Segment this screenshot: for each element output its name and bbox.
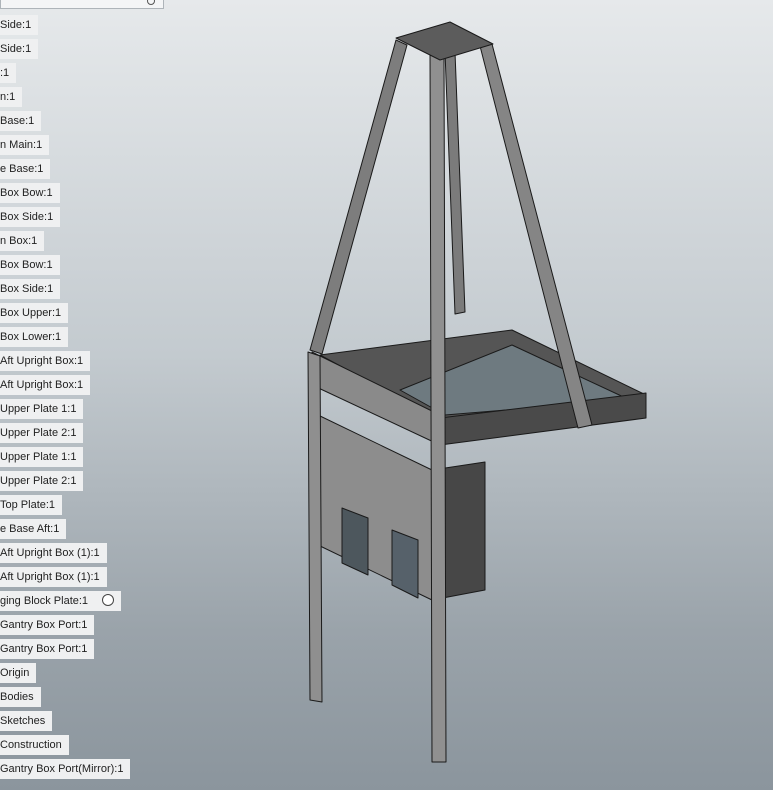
browser-node-label: n Main:1 [0,139,43,151]
browser-node-label: Upper Plate 1:1 [0,451,77,463]
browser-node-label: Box Side:1 [0,211,54,223]
browser-node-label: Side:1 [0,43,32,55]
browser-node-label: Gantry Box Port:1 [0,643,88,655]
browser-node-label: e Base:1 [0,163,44,175]
browser-node-label: n:1 [0,91,16,103]
browser-node-label: Box Upper:1 [0,307,62,319]
browser-node[interactable]: Upper Plate 2:1 [0,471,84,491]
3d-viewport[interactable]: Side:1 Side:1 :1 n:1 Base:1 n Main:1 e Base:1 B… [0,0,773,790]
browser-node[interactable]: e Base Aft:1 [0,519,67,539]
browser-node[interactable]: Box Bow:1 [0,183,60,203]
browser-node-label: Aft Upright Box (1):1 [0,571,100,583]
search-icon[interactable] [147,0,155,5]
browser-node[interactable]: n Box:1 [0,231,45,251]
browser-node[interactable]: Bodies [0,687,41,707]
browser-node[interactable]: Box Upper:1 [0,303,69,323]
browser-node-label: :1 [0,67,10,79]
left-strut [309,39,408,355]
browser-node-label: Top Plate:1 [0,499,56,511]
browser-node-label: Bodies [0,691,34,703]
browser-node-label: Upper Plate 2:1 [0,427,77,439]
browser-node[interactable]: Construction [0,735,69,755]
browser-node[interactable]: Aft Upright Box (1):1 [0,543,107,563]
browser-node-label: Upper Plate 2:1 [0,475,77,487]
browser-node-label: Construction [0,739,62,751]
visibility-radio-icon[interactable] [102,594,115,606]
browser-node-label: Aft Upright Box:1 [0,379,84,391]
browser-node-label: Base:1 [0,115,35,127]
browser-node[interactable]: Sketches [0,711,53,731]
browser-node-label: e Base Aft:1 [0,523,60,535]
browser-node[interactable]: Gantry Box Port:1 [0,615,95,635]
browser-search-strip[interactable] [0,0,164,9]
browser-node[interactable]: Aft Upright Box:1 [0,351,91,371]
browser-node-label: ging Block Plate:1 [0,595,89,607]
browser-node[interactable]: Top Plate:1 [0,495,63,515]
left-leg [307,351,323,703]
browser-node-label: Box Side:1 [0,283,54,295]
browser-node[interactable]: Aft Upright Box (1):1 [0,567,107,587]
back-leg [444,51,466,315]
browser-node-label: Box Lower:1 [0,331,62,343]
browser-node[interactable]: Box Side:1 [0,279,61,299]
browser-node[interactable]: Box Side:1 [0,207,61,227]
browser-node[interactable]: Origin [0,663,37,683]
browser-node-label: Side:1 [0,19,32,31]
browser-panel: Side:1 Side:1 :1 n:1 Base:1 n Main:1 e Base:1 B… [0,0,180,790]
browser-node-label: Gantry Box Port(Mirror):1 [0,763,124,775]
browser-node[interactable]: Upper Plate 1:1 [0,447,84,467]
top-plate [395,21,494,61]
browser-node-label: Gantry Box Port:1 [0,619,88,631]
browser-node[interactable]: Gantry Box Port:1 [0,639,95,659]
browser-node-label: n Box:1 [0,235,38,247]
browser-node[interactable]: Base:1 [0,111,42,131]
browser-node[interactable]: ging Block Plate:1 [0,591,122,611]
browser-node[interactable]: Gantry Box Port(Mirror):1 [0,759,131,779]
browser-node[interactable]: n:1 [0,87,23,107]
browser-node-label: Box Bow:1 [0,259,53,271]
browser-node-label: Aft Upright Box:1 [0,355,84,367]
browser-node[interactable]: Side:1 [0,39,39,59]
browser-node[interactable]: n Main:1 [0,135,50,155]
browser-node[interactable]: Box Bow:1 [0,255,60,275]
housing-opening-1 [341,507,369,576]
browser-node[interactable]: Upper Plate 2:1 [0,423,84,443]
browser-node-label: Origin [0,667,30,679]
browser-node-label: Box Bow:1 [0,187,53,199]
browser-node-label: Sketches [0,715,46,727]
front-leg [429,51,447,763]
browser-node-label: Upper Plate 1:1 [0,403,77,415]
browser-node[interactable]: Side:1 [0,15,39,35]
browser-node[interactable]: Aft Upright Box:1 [0,375,91,395]
browser-node[interactable]: Box Lower:1 [0,327,69,347]
browser-node[interactable]: :1 [0,63,17,83]
browser-node[interactable]: Upper Plate 1:1 [0,399,84,419]
housing-opening-2 [391,529,419,599]
browser-node-label: Aft Upright Box (1):1 [0,547,100,559]
browser-node[interactable]: e Base:1 [0,159,51,179]
